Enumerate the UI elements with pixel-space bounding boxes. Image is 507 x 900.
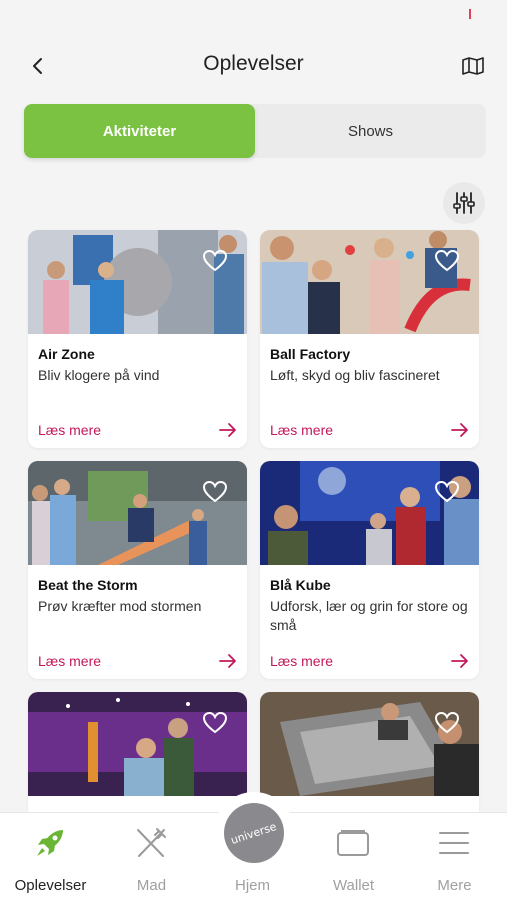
card-image (28, 461, 247, 565)
status-indicator (469, 9, 471, 19)
segmented-control: Aktiviteter Shows (24, 104, 486, 158)
status-bar (0, 0, 507, 30)
card-subtitle: Udforsk, lær og grin for store og små (270, 598, 468, 633)
card-image (260, 692, 479, 796)
menu-icon (436, 825, 472, 861)
card-title: Beat the Storm (38, 577, 138, 593)
sliders-icon (453, 192, 475, 214)
card-subtitle: Bliv klogere på vind (38, 367, 160, 383)
header: Oplevelser (0, 40, 507, 90)
heart-icon[interactable] (203, 481, 227, 503)
home-logo-text: universe (229, 819, 279, 847)
tab-aktiviteter[interactable]: Aktiviteter (24, 104, 255, 158)
arrow-right-icon[interactable] (219, 653, 237, 669)
universe-logo-icon: universe (224, 803, 284, 863)
tab-shows[interactable]: Shows (255, 104, 486, 158)
tab-label: Oplevelser (14, 877, 87, 894)
arrow-right-icon[interactable] (451, 653, 469, 669)
activity-card[interactable]: Blå Kube Udforsk, lær og grin for store … (260, 461, 479, 679)
card-image (28, 230, 247, 334)
page-title: Oplevelser (203, 52, 304, 75)
read-more-link[interactable]: Læs mere (38, 422, 101, 438)
tab-mad[interactable]: Mad (101, 813, 202, 900)
tab-label: Wallet (332, 877, 375, 894)
map-button[interactable] (459, 52, 487, 80)
tab-label: Mad (136, 877, 167, 894)
map-icon (462, 57, 484, 75)
activity-card[interactable]: Beat the Storm Prøv kræfter mod stormen … (28, 461, 247, 679)
activity-card[interactable]: Air Zone Bliv klogere på vind Læs mere (28, 230, 247, 448)
arrow-right-icon[interactable] (219, 422, 237, 438)
filter-button[interactable] (443, 182, 485, 224)
tab-mere[interactable]: Mere (404, 813, 505, 900)
card-subtitle: Prøv kræfter mod stormen (38, 598, 202, 614)
read-more-link[interactable]: Læs mere (38, 653, 101, 669)
heart-icon[interactable] (203, 712, 227, 734)
card-title: Blå Kube (270, 577, 331, 593)
wallet-icon (335, 825, 371, 861)
read-more-link[interactable]: Læs mere (270, 653, 333, 669)
card-image (260, 461, 479, 565)
fork-knife-icon (133, 825, 169, 861)
tab-label: Hjem (234, 877, 270, 894)
heart-icon[interactable] (435, 481, 459, 503)
heart-icon[interactable] (203, 250, 227, 272)
card-image (28, 692, 247, 796)
tab-wallet[interactable]: Wallet (303, 813, 404, 900)
read-more-link[interactable]: Læs mere (270, 422, 333, 438)
card-title: Air Zone (38, 346, 95, 362)
heart-icon[interactable] (435, 712, 459, 734)
card-image (260, 230, 479, 334)
tab-label: Mere (437, 877, 472, 894)
card-title: Ball Factory (270, 346, 351, 362)
activity-card[interactable]: Ball Factory Løft, skyd og bliv fasciner… (260, 230, 479, 448)
home-button[interactable]: universe (213, 792, 295, 874)
card-subtitle: Løft, skyd og bliv fascineret (270, 367, 440, 383)
arrow-right-icon[interactable] (451, 422, 469, 438)
heart-icon[interactable] (435, 250, 459, 272)
tab-oplevelser[interactable]: Oplevelser (0, 813, 101, 900)
rocket-icon (32, 825, 68, 861)
